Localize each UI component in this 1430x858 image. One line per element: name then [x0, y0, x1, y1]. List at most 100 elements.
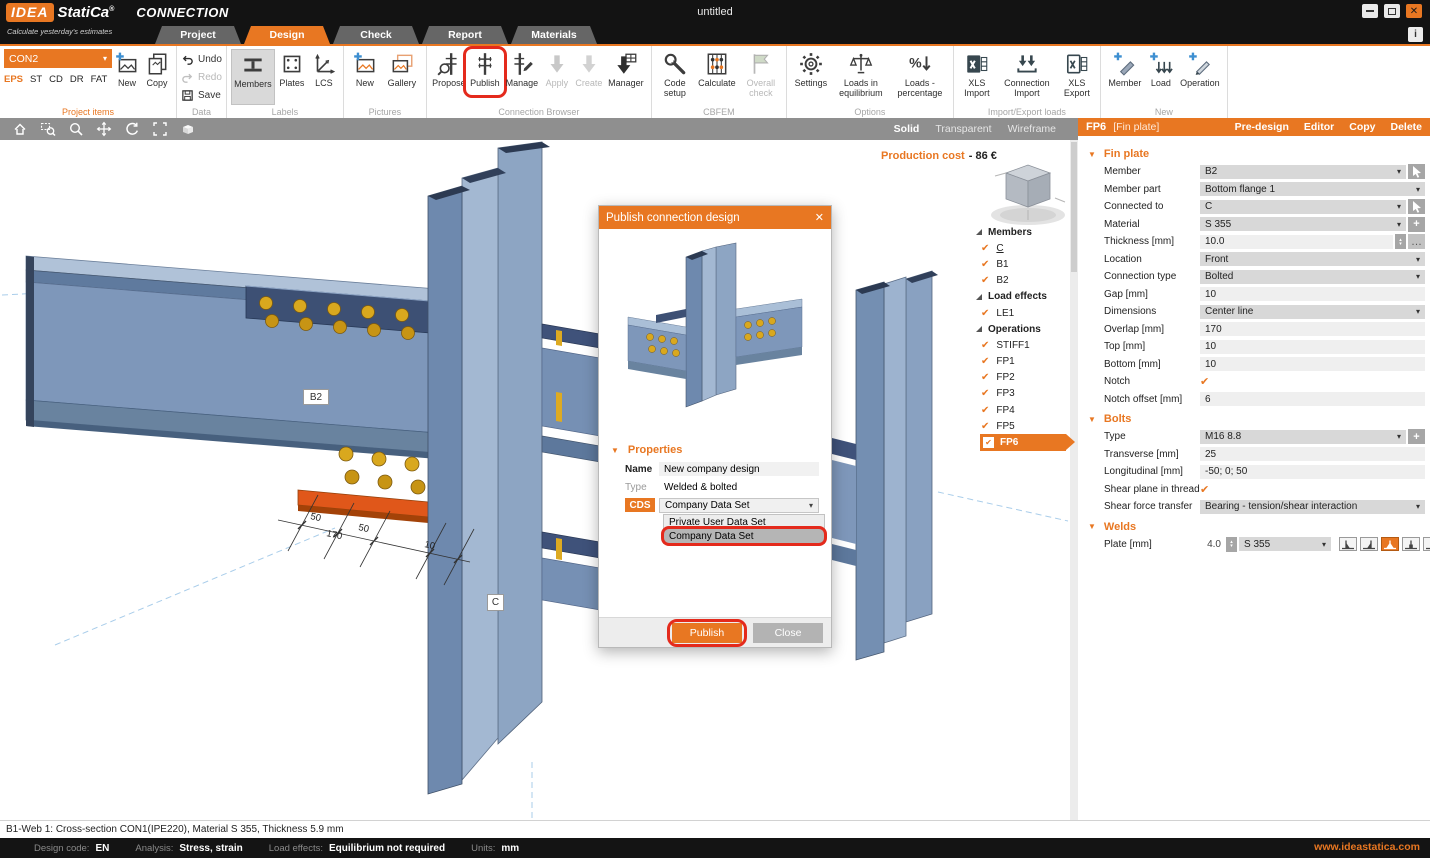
gap-input[interactable]: 10	[1200, 287, 1425, 301]
mode-wireframe[interactable]: Wireframe	[1008, 123, 1056, 135]
location-select[interactable]: Front▾	[1200, 252, 1425, 266]
xls-import-button[interactable]: XLS Import	[958, 49, 996, 105]
picture-gallery-button[interactable]: Gallery	[382, 49, 422, 105]
pan-icon[interactable]	[96, 121, 112, 137]
weld-thickness-value[interactable]: 4.0	[1200, 539, 1224, 550]
loads-percentage-button[interactable]: % Loads - percentage	[891, 49, 949, 105]
tree-item-fp2[interactable]: ✔FP2	[962, 370, 1072, 386]
settings-button[interactable]: Settings	[791, 49, 831, 105]
fin-plate-highlight[interactable]	[298, 490, 450, 525]
tab-report[interactable]: Report	[422, 26, 508, 44]
column-label-badge[interactable]: C	[487, 594, 504, 611]
weld-thickness-stepper[interactable]: ▴▾	[1226, 537, 1237, 552]
mode-eps[interactable]: EPS	[4, 74, 23, 85]
mode-st[interactable]: ST	[30, 74, 42, 85]
editor-link[interactable]: Editor	[1304, 121, 1334, 133]
thickness-stepper[interactable]: ▴▾	[1395, 234, 1406, 249]
longitudinal-input[interactable]: -50; 0; 50	[1200, 465, 1425, 479]
cds-option-company[interactable]: Company Data Set	[664, 529, 824, 543]
delete-link[interactable]: Delete	[1390, 121, 1422, 133]
cds-select[interactable]: Company Data Set ▾	[659, 498, 819, 513]
maximize-button[interactable]	[1384, 4, 1400, 18]
shear-plane-checkbox[interactable]: ✔	[1200, 483, 1209, 496]
navigation-cube[interactable]	[985, 158, 1071, 228]
weld-type-bevel-button[interactable]	[1402, 537, 1420, 551]
rotate-icon[interactable]	[124, 121, 140, 137]
pre-design-link[interactable]: Pre-design	[1235, 121, 1289, 133]
connected-to-select[interactable]: C▾	[1200, 200, 1406, 214]
collapse-triangle-icon[interactable]	[976, 294, 982, 300]
zoom-icon[interactable]	[68, 121, 84, 137]
dimensions-select[interactable]: Center line▾	[1200, 305, 1425, 319]
tree-item-b2[interactable]: ✔B2	[962, 273, 1072, 289]
overlap-input[interactable]: 170	[1200, 322, 1425, 336]
propose-button[interactable]: Propose	[431, 49, 467, 105]
zoom-window-icon[interactable]	[40, 121, 56, 137]
connection-import-button[interactable]: Connection Import	[996, 49, 1058, 105]
redo-button[interactable]: Redo	[181, 69, 222, 85]
section-welds[interactable]: ▼Welds	[1078, 518, 1430, 536]
member-select[interactable]: B2▾	[1200, 165, 1406, 179]
project-item-combo[interactable]: CON2 ▾	[4, 49, 112, 68]
code-setup-button[interactable]: Code setup	[656, 49, 694, 105]
tree-section-operations[interactable]: Operations	[962, 321, 1072, 337]
overall-check-button[interactable]: Overall check	[740, 49, 782, 105]
tree-section-load-effects[interactable]: Load effects	[962, 289, 1072, 305]
new-load-button[interactable]: Load	[1145, 49, 1177, 105]
calculate-button[interactable]: Calculate	[694, 49, 740, 105]
properties-header-row[interactable]: ▼ Properties	[599, 441, 831, 459]
member-part-select[interactable]: Bottom flange 1▾	[1200, 182, 1425, 196]
xls-export-button[interactable]: XLS Export	[1058, 49, 1096, 105]
home-view-icon[interactable]	[12, 121, 28, 137]
new-member-button[interactable]: Member	[1105, 49, 1145, 105]
thickness-input[interactable]: 10.0	[1200, 235, 1393, 249]
close-button[interactable]: ✕	[1406, 4, 1422, 18]
labels-members-button[interactable]: Members	[231, 49, 275, 105]
tab-check[interactable]: Check	[333, 26, 419, 44]
publish-button[interactable]: Publish	[467, 49, 503, 105]
notch-offset-input[interactable]: 6	[1200, 392, 1425, 406]
weld-type-butt-button[interactable]	[1423, 537, 1430, 551]
dialog-close-button[interactable]: Close	[753, 623, 823, 643]
apply-button[interactable]: Apply	[541, 49, 573, 105]
tree-item-b1[interactable]: ✔B1	[962, 256, 1072, 272]
weld-type-fillet-left-button[interactable]	[1339, 537, 1357, 551]
bolt-type-select[interactable]: M16 8.8▾	[1200, 430, 1406, 444]
weld-material-select[interactable]: S 355▾	[1239, 537, 1331, 551]
collapse-triangle-icon[interactable]	[976, 229, 982, 235]
checkbox-icon[interactable]: ✔	[983, 437, 994, 448]
dialog-title-bar[interactable]: Publish connection design ✕	[599, 206, 831, 229]
tree-item-fp6-selected[interactable]: ✔FP6	[980, 434, 1066, 450]
info-button[interactable]: i	[1408, 27, 1423, 42]
beam-label-badge[interactable]: B2	[303, 389, 329, 405]
model-viewport[interactable]: 50 170 50 10 B2 C Production cost- 86 €	[0, 140, 1078, 820]
mode-cd[interactable]: CD	[49, 74, 63, 85]
create-button[interactable]: Create	[573, 49, 605, 105]
tab-materials[interactable]: Materials	[511, 26, 597, 44]
solid-brick-icon[interactable]	[180, 121, 196, 137]
manager-button[interactable]: Manager	[605, 49, 647, 105]
mode-fat[interactable]: FAT	[91, 74, 108, 85]
website-link[interactable]: www.ideastatica.com	[1314, 841, 1420, 853]
cds-option-private[interactable]: Private User Data Set	[664, 515, 824, 529]
pick-connected-button[interactable]	[1408, 199, 1425, 214]
bottom-input[interactable]: 10	[1200, 357, 1425, 371]
weld-type-fillet-both-button[interactable]	[1381, 537, 1399, 551]
add-bolt-type-button[interactable]: +	[1408, 429, 1425, 444]
undo-button[interactable]: Undo	[181, 51, 222, 67]
section-bolts[interactable]: ▼Bolts	[1078, 410, 1430, 428]
weld-type-fillet-right-button[interactable]	[1360, 537, 1378, 551]
section-fin-plate[interactable]: ▼Fin plate	[1078, 145, 1430, 163]
mode-dr[interactable]: DR	[70, 74, 84, 85]
shear-force-transfer-select[interactable]: Bearing - tension/shear interaction▾	[1200, 500, 1425, 514]
connection-type-select[interactable]: Bolted▾	[1200, 270, 1425, 284]
top-input[interactable]: 10	[1200, 340, 1425, 354]
collapse-triangle-icon[interactable]	[976, 326, 982, 332]
dialog-close-icon[interactable]: ✕	[815, 211, 824, 224]
copy-link[interactable]: Copy	[1349, 121, 1375, 133]
thickness-more-button[interactable]: …	[1408, 234, 1425, 249]
transverse-input[interactable]: 25	[1200, 447, 1425, 461]
tab-design[interactable]: Design	[244, 26, 330, 44]
labels-plates-button[interactable]: Plates	[275, 49, 309, 105]
add-material-button[interactable]: +	[1408, 217, 1425, 232]
